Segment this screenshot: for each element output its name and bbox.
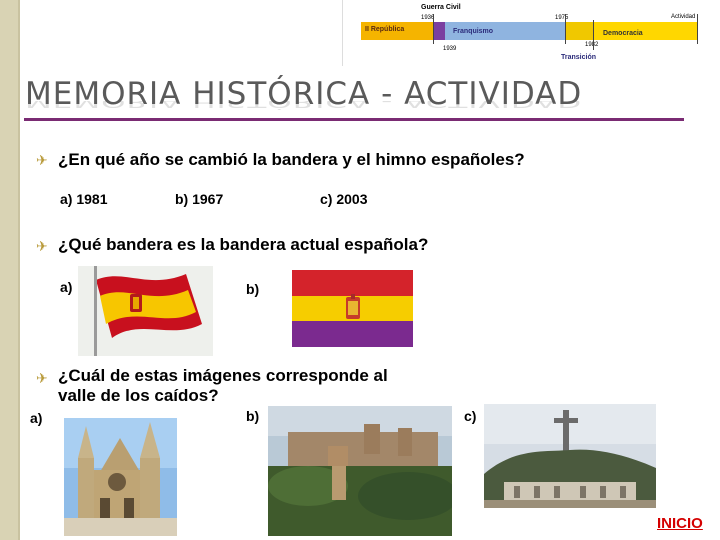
- timeline-year-1975: 1975: [555, 15, 569, 21]
- timeline-segment-label-republica: II República: [365, 26, 405, 33]
- title-underline: [24, 118, 684, 121]
- timeline-year-1982: 1982: [585, 42, 599, 48]
- question-1: ¿En qué año se cambió la bandera y el hi…: [58, 150, 525, 169]
- bullet-icon: ✈: [36, 152, 48, 168]
- timeline-right-label: Actividad: [671, 14, 696, 20]
- q3-option-c[interactable]: c): [464, 408, 476, 424]
- spanish-flag-current-image[interactable]: [78, 266, 213, 356]
- q1-option-b[interactable]: b) 1967: [175, 191, 223, 207]
- q2-option-a[interactable]: a): [60, 279, 72, 295]
- historical-timeline: Guerra Civil Actividad 1936 1975 1939 19…: [342, 0, 720, 66]
- bullet-icon: ✈: [36, 370, 48, 386]
- question-3-line-2: valle de los caídos?: [58, 386, 219, 405]
- timeline-bottom-label: Transición: [561, 54, 597, 61]
- question-3-line-1: ¿Cuál de estas imágenes corresponde al: [58, 366, 388, 385]
- timeline-marker: [433, 14, 434, 44]
- inicio-link[interactable]: INICIO: [657, 515, 703, 532]
- alhambra-photo[interactable]: [268, 406, 452, 536]
- question-2: ¿Qué bandera es la bandera actual españo…: [58, 235, 429, 254]
- page-title-reflection: MEMORIA HISTÓRICA - ACTIVIDAD: [25, 101, 583, 110]
- cathedral-photo[interactable]: [64, 418, 177, 536]
- timeline-marker: [697, 14, 698, 44]
- timeline-marker: [593, 20, 594, 50]
- q3-option-a[interactable]: a): [30, 410, 42, 426]
- timeline-marker: [565, 14, 566, 44]
- bullet-icon: ✈: [36, 238, 48, 254]
- valle-caidos-photo[interactable]: [484, 404, 656, 508]
- q2-option-b[interactable]: b): [246, 281, 259, 297]
- q3-option-b[interactable]: b): [246, 408, 259, 424]
- q1-option-c[interactable]: c) 2003: [320, 191, 367, 207]
- left-sidebar: [0, 0, 20, 540]
- q1-option-a[interactable]: a) 1981: [60, 191, 107, 207]
- timeline-segment-franquismo-bar: [433, 22, 445, 40]
- timeline-top-label: Guerra Civil: [421, 4, 461, 11]
- timeline-year-1939: 1939: [443, 46, 457, 52]
- timeline-segment-label-democracia: Democracia: [603, 30, 643, 37]
- republic-flag-image[interactable]: [292, 270, 413, 347]
- timeline-segment-label-franquismo: Franquismo: [453, 28, 494, 35]
- timeline-segment-transicion: [565, 22, 593, 40]
